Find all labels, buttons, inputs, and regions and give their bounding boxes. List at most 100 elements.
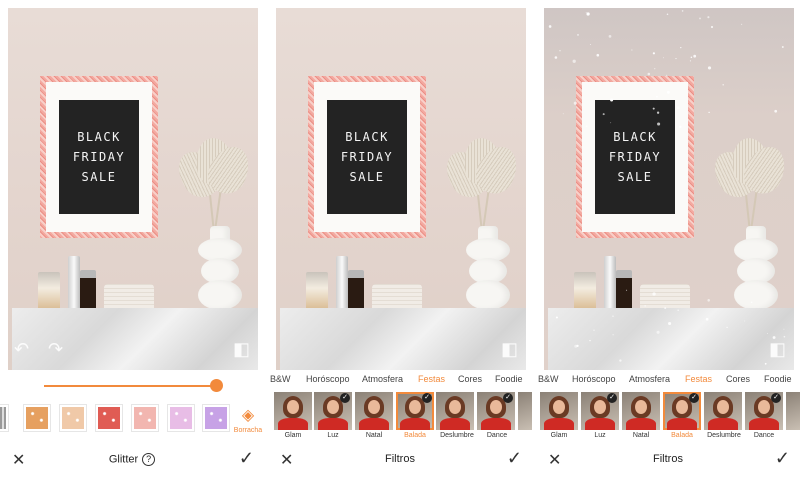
- intensity-slider-track[interactable]: [44, 385, 216, 387]
- letter-board-frame: BLACK FRIDAY SALE: [308, 76, 426, 238]
- bottom-bar: ✕ Filtros ✓: [536, 444, 800, 478]
- glitter-swatch[interactable]: [24, 405, 50, 431]
- sparkle: [707, 16, 710, 19]
- filter-label-selected: Balada: [671, 432, 693, 439]
- check-icon: ✓: [503, 393, 513, 403]
- tab-cores[interactable]: Cores: [726, 374, 750, 384]
- board-line: BLACK: [345, 130, 389, 144]
- sparkle: [548, 25, 552, 28]
- sparkle: [585, 11, 587, 14]
- sparkle: [596, 53, 600, 57]
- help-icon[interactable]: ?: [142, 453, 156, 466]
- sparkle: [690, 56, 693, 59]
- filter-label: Deslumbre: [707, 432, 741, 439]
- intensity-slider-handle[interactable]: [210, 379, 223, 392]
- compare-icon[interactable]: ◧: [233, 339, 250, 360]
- compare-icon[interactable]: ◧: [769, 339, 786, 360]
- white-vase: [466, 226, 510, 312]
- filter-thumbnail[interactable]: [274, 392, 312, 430]
- board-line: SALE: [617, 170, 653, 184]
- tool-title-text: Glitter: [108, 453, 139, 466]
- sparkle: [707, 299, 710, 302]
- filter-thumbnail-selected[interactable]: ✓: [396, 392, 434, 430]
- confirm-icon[interactable]: ✓: [507, 448, 522, 469]
- redo-icon[interactable]: ↷: [48, 339, 63, 360]
- check-icon: ✓: [607, 393, 617, 403]
- sparkle: [559, 50, 561, 52]
- filter-label: Natal: [365, 432, 383, 439]
- photo-canvas[interactable]: BLACK FRIDAY SALE ↶ ↷ ◧: [8, 8, 258, 370]
- eraser-button[interactable]: ◈ Borracha: [232, 405, 264, 434]
- check-icon: ✓: [422, 393, 432, 403]
- dried-palm-leaves: [169, 135, 257, 230]
- filter-thumbnail[interactable]: ✓: [477, 392, 515, 430]
- tab-festas[interactable]: Festas: [418, 374, 445, 384]
- filter-thumbnail[interactable]: [518, 392, 532, 430]
- tab-foodie[interactable]: Foodie: [495, 374, 523, 384]
- glitter-swatch[interactable]: [0, 405, 8, 431]
- filter-label-selected: Balada: [404, 432, 426, 439]
- filter-label: Deslumbre: [440, 432, 474, 439]
- sparkle: [689, 60, 691, 62]
- photo-canvas[interactable]: BLACK FRIDAY SALE ◧: [276, 8, 526, 370]
- board-line: FRIDAY: [340, 150, 394, 164]
- board-line: BLACK: [613, 130, 657, 144]
- glitter-swatch[interactable]: [60, 405, 86, 431]
- perfume-bottle: [306, 272, 328, 312]
- sparkle: [647, 72, 651, 76]
- filter-thumbnail[interactable]: ✓: [314, 392, 352, 430]
- filter-thumbnail[interactable]: ✓: [581, 392, 619, 430]
- filter-thumbnail[interactable]: [622, 392, 660, 430]
- white-vase: [198, 226, 242, 312]
- sparkle: [586, 12, 590, 16]
- photo-canvas[interactable]: BLACK FRIDAY SALE ◧: [544, 8, 794, 370]
- confirm-icon[interactable]: ✓: [239, 448, 254, 469]
- tab-horoscopo[interactable]: Horóscopo: [306, 374, 350, 384]
- tab-bw[interactable]: B&W: [538, 374, 559, 384]
- filter-thumbnail[interactable]: [540, 392, 578, 430]
- marble-shelf: [548, 308, 794, 370]
- filter-thumbnail[interactable]: [355, 392, 393, 430]
- tool-title: Filtros: [385, 453, 415, 465]
- white-vase: [734, 226, 778, 312]
- compare-icon[interactable]: ◧: [501, 339, 518, 360]
- sparkle: [590, 44, 592, 45]
- board-line: FRIDAY: [72, 150, 126, 164]
- confirm-icon[interactable]: ✓: [775, 448, 790, 469]
- perfume-bottle: [574, 272, 596, 312]
- dried-palm-leaves: [437, 135, 525, 230]
- sparkle: [774, 109, 778, 113]
- eraser-icon: ◈: [241, 407, 255, 424]
- letter-board: BLACK FRIDAY SALE: [59, 100, 139, 214]
- sparkle: [680, 47, 682, 49]
- glitter-swatch[interactable]: [96, 405, 122, 431]
- letter-board-frame: BLACK FRIDAY SALE: [576, 76, 694, 238]
- perfume-bottle: [38, 272, 60, 312]
- serum-bottle: [604, 256, 616, 312]
- filter-label: Glam: [284, 432, 302, 439]
- glitter-swatch[interactable]: [132, 405, 158, 431]
- tab-festas[interactable]: Festas: [685, 374, 712, 384]
- undo-icon[interactable]: ↶: [14, 339, 29, 360]
- filter-thumbnail[interactable]: [704, 392, 742, 430]
- filter-thumbnail[interactable]: [436, 392, 474, 430]
- filter-thumbnail-selected[interactable]: ✓: [663, 392, 701, 430]
- letter-board-frame: BLACK FRIDAY SALE: [40, 76, 158, 238]
- tab-horoscopo[interactable]: Horóscopo: [572, 374, 616, 384]
- filter-thumbnail[interactable]: ✓: [745, 392, 783, 430]
- sparkle: [663, 57, 664, 59]
- tab-atmosfera[interactable]: Atmosfera: [362, 374, 403, 384]
- sparkle: [693, 54, 697, 58]
- eraser-label: Borracha: [233, 427, 263, 434]
- board-line: SALE: [349, 170, 385, 184]
- filter-thumbnail[interactable]: [786, 392, 800, 430]
- tab-foodie[interactable]: Foodie: [764, 374, 792, 384]
- glitter-swatch-row: [0, 405, 264, 435]
- filter-category-tabs: B&W Horóscopo Atmosfera Festas Cores Foo…: [536, 374, 800, 390]
- tab-atmosfera[interactable]: Atmosfera: [629, 374, 670, 384]
- tab-bw[interactable]: B&W: [270, 374, 291, 384]
- glitter-swatch[interactable]: [203, 405, 229, 431]
- tab-cores[interactable]: Cores: [458, 374, 482, 384]
- sparkle: [572, 59, 576, 63]
- glitter-swatch[interactable]: [168, 405, 194, 431]
